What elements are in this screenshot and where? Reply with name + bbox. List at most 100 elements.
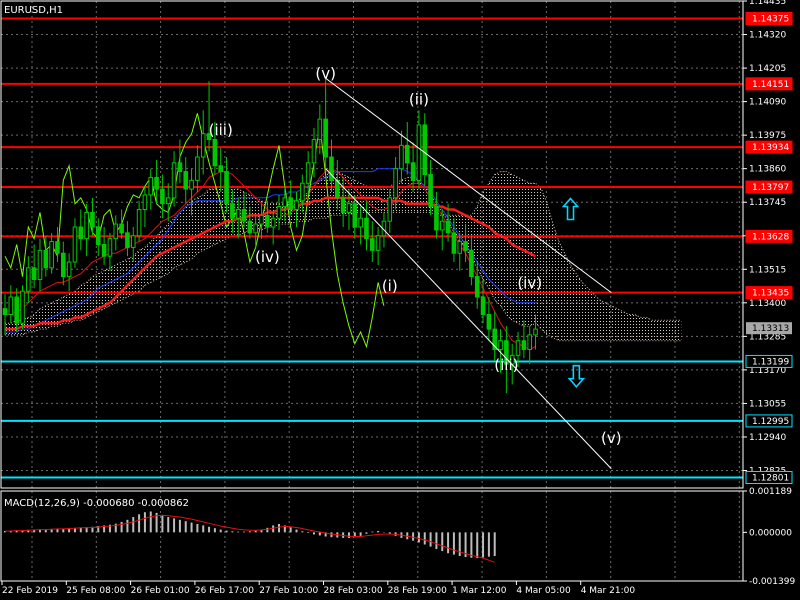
candle-body [311,139,317,164]
time-tick-label: 1 Mar 12:00 [452,586,507,596]
price-tick-label: 1.12940 [749,433,786,443]
candle-body [183,171,189,190]
candle-body [270,217,276,228]
candle-body [61,252,66,278]
candle-body [165,197,171,205]
level-price-text: 1.13797 [752,183,789,193]
candle-body [212,139,218,167]
candle-body [119,223,124,234]
candle-body [317,118,323,141]
candle-body [66,261,72,278]
candle-body [14,296,19,324]
candle-body [515,340,521,356]
level-price-text: 1.12801 [752,474,789,484]
level-price-text: 1.13199 [752,357,789,367]
candle-body [259,214,264,225]
candle-body [200,133,206,158]
level-price-text: 1.13934 [752,143,789,153]
candle-body [480,296,486,315]
candle-body [90,211,95,228]
wave-label: (iii) [494,356,518,374]
candle-body [399,144,404,170]
candle-body [387,197,393,222]
candle-body [375,235,381,251]
candle-body [288,197,293,211]
candle-body [235,209,241,219]
candle-body [253,223,258,234]
candle-body [154,176,159,190]
candle-body [369,238,375,251]
time-tick-label: 28 Feb 03:00 [324,586,383,596]
wave-label: (iv) [255,248,280,266]
current-price-text: 1.13313 [752,324,789,334]
candle-body [276,206,282,219]
macd-label: MACD(12,26,9) -0.000680 -0.000862 [4,498,189,509]
time-tick-label: 28 Feb 19:00 [388,586,447,596]
candle-body [72,226,78,263]
candle-body [195,156,200,181]
candle-body [451,232,457,254]
price-chart[interactable]: (iii) (iv) (v) (ii) (i) (iv) (iii) (v) 1.14435 1… [0,0,800,600]
candle-body [340,197,346,213]
candle-body [294,200,299,211]
candle-body [189,179,194,190]
wave-label: (ii) [409,91,429,109]
candle-body [521,340,527,350]
wave-label: (iv) [517,274,542,292]
candle-body [393,168,398,199]
candle-body [84,211,89,240]
candle-body [346,203,352,213]
candle-body [130,235,136,248]
candle-body [31,267,37,280]
candle-body [113,223,119,240]
candle-body [2,308,8,315]
candle-body [148,176,154,196]
time-tick-label: 25 Feb 08:00 [66,586,125,596]
price-tick-label: 1.14205 [749,64,786,74]
candle-body [527,334,533,350]
candle-body [107,238,113,257]
candle-body [352,203,358,228]
candle-body [247,220,253,234]
macd-tick-label: -0.001399 [749,577,795,587]
candle-body [95,226,101,245]
price-tick-label: 1.13860 [749,165,786,175]
candle-body [171,162,177,199]
candle-body [358,217,363,228]
candle-body [282,197,288,208]
candle-body [20,290,25,324]
wave-label: (v) [315,64,336,82]
candle-body [160,188,165,205]
candle-body [78,226,84,240]
candle-body [439,220,445,231]
level-price-text: 1.13435 [752,289,789,299]
time-tick-label: 26 Feb 01:00 [131,586,190,596]
price-tick-label: 1.13515 [749,265,786,275]
time-tick-label: 4 Mar 21:00 [581,586,636,596]
wave-label: (i) [382,277,398,295]
level-price-text: 1.14375 [752,14,789,24]
level-price-text: 1.13628 [752,232,789,242]
time-tick-label: 27 Feb 10:00 [259,586,318,596]
time-tick-label: 4 Mar 05:00 [516,586,571,596]
candle-body [364,217,369,240]
candle-body [241,209,247,222]
candle-body [416,124,422,181]
candle-body [323,118,328,158]
level-price-text: 1.12995 [752,417,789,427]
price-tick-label: 1.13975 [749,131,786,141]
candle-body [486,313,492,330]
candle-body [410,162,416,181]
candle-body [445,220,451,234]
candle-body [224,171,229,205]
candle-body [218,165,224,173]
candle-body [463,241,468,251]
level-price-text: 1.14151 [752,80,789,90]
candle-body [136,209,142,237]
time-tick-label: 22 Feb 2019 [2,586,58,596]
candle-body [265,214,270,228]
candle-body [43,249,49,269]
candle-body [474,276,480,298]
candle-body [300,182,305,202]
candle-body [125,232,130,248]
